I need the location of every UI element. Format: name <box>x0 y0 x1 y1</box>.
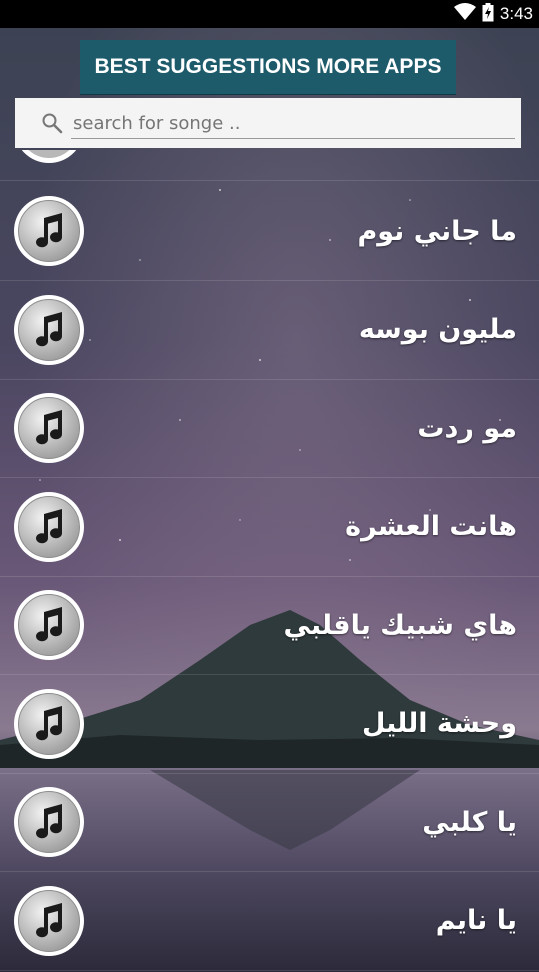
list-item[interactable]: ما جاني نوم <box>0 182 539 281</box>
music-note-icon <box>13 150 85 164</box>
wifi-icon <box>453 3 476 25</box>
music-note-icon <box>13 491 85 563</box>
more-apps-button[interactable]: BEST SUGGESTIONS MORE APPS <box>80 40 456 95</box>
song-title: مو ردت <box>417 412 517 444</box>
search-input[interactable] <box>71 108 515 139</box>
status-bar: 3:43 <box>0 0 539 28</box>
music-note-icon <box>13 688 85 760</box>
song-list: ما جاني نوم مليون بوسه مو ردت هانت العشرة ها… <box>0 150 539 972</box>
song-title: وحشة الليل <box>361 708 517 739</box>
song-title: يا كلبي <box>422 806 517 838</box>
music-note-icon <box>13 786 85 858</box>
list-item[interactable]: يا كلبي <box>0 773 539 872</box>
list-item[interactable]: يا نايم <box>0 872 539 971</box>
list-item[interactable]: هاي شبيك ياقلبي <box>0 576 539 675</box>
list-item[interactable]: مو ردت <box>0 379 539 478</box>
battery-icon <box>482 2 494 26</box>
song-title: هانت العشرة <box>345 511 517 542</box>
list-item[interactable]: هانت العشرة <box>0 478 539 577</box>
music-note-icon <box>13 392 85 464</box>
song-title: ما جاني نوم <box>357 215 517 247</box>
list-item[interactable]: مليون بوسه <box>0 281 539 380</box>
list-item[interactable] <box>0 150 539 181</box>
clock: 3:43 <box>499 4 533 23</box>
song-title: هاي شبيك ياقلبي <box>283 609 517 641</box>
list-item[interactable]: وحشة الليل <box>0 675 539 774</box>
search-icon <box>41 112 63 134</box>
music-note-icon <box>13 589 85 661</box>
search-bar <box>15 98 521 148</box>
song-title: مليون بوسه <box>358 314 517 345</box>
music-note-icon <box>13 195 85 267</box>
song-title: يا نايم <box>435 905 517 936</box>
music-note-icon <box>13 294 85 366</box>
music-note-icon <box>13 885 85 957</box>
